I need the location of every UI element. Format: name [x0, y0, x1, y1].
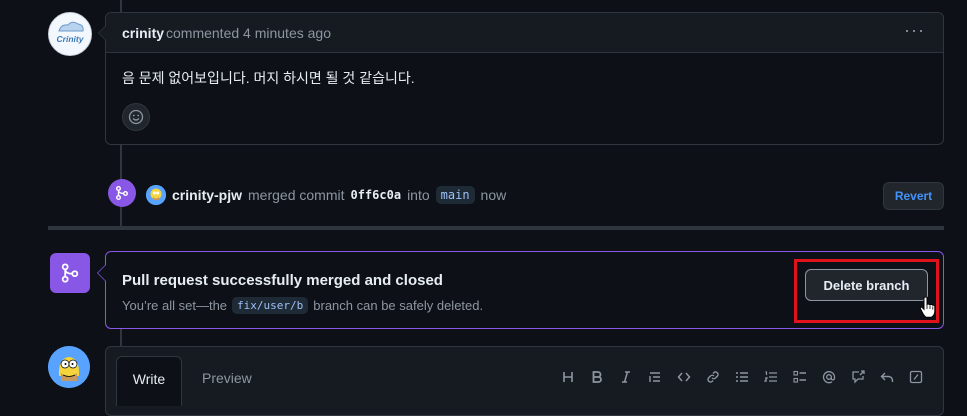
- homer-avatar-icon: [146, 185, 166, 205]
- comment-box: crinity commented 4 minutes ago ··· 음 문제…: [98, 12, 944, 145]
- crinity-logo-icon: Crinity: [57, 21, 85, 44]
- cross-reference-icon[interactable]: [848, 367, 868, 387]
- comment-header: crinity commented 4 minutes ago ···: [98, 13, 943, 53]
- merger-username[interactable]: crinity-pjw: [172, 187, 242, 203]
- merge-action-text: merged commit: [248, 187, 345, 203]
- comment-caret: [98, 25, 106, 41]
- timeline-line: [120, 328, 122, 348]
- git-merge-icon: [116, 186, 128, 200]
- git-merge-icon: [61, 263, 79, 283]
- revert-button[interactable]: Revert: [883, 182, 944, 210]
- kebab-menu-icon[interactable]: ···: [904, 20, 925, 41]
- merge-event: crinity-pjw merged commit 0ff6c0a into m…: [146, 185, 506, 205]
- comment-meta[interactable]: commented 4 minutes ago: [166, 25, 331, 41]
- smiley-icon: [128, 109, 144, 125]
- base-branch-label[interactable]: main: [435, 186, 475, 204]
- merge-desc-prefix: You’re all set—the: [122, 298, 228, 313]
- slash-commands-icon[interactable]: [906, 367, 926, 387]
- merge-time[interactable]: now: [481, 187, 507, 203]
- commenter-avatar[interactable]: Crinity: [48, 12, 92, 56]
- code-icon[interactable]: [674, 367, 694, 387]
- merge-status-description: You’re all set—the fix/user/b branch can…: [122, 297, 483, 314]
- bulleted-list-icon[interactable]: [732, 367, 752, 387]
- homer-avatar-icon: [48, 346, 90, 388]
- comment-body: 음 문제 없어보입니다. 머지 하시면 될 것 같습니다.: [122, 70, 415, 86]
- current-user-avatar[interactable]: [48, 346, 90, 388]
- merger-avatar[interactable]: [146, 185, 166, 205]
- svg-text:Crinity: Crinity: [57, 34, 85, 44]
- mention-icon[interactable]: [819, 367, 839, 387]
- heading-icon[interactable]: [558, 367, 578, 387]
- quote-icon[interactable]: [645, 367, 665, 387]
- markdown-toolbar: [558, 367, 926, 387]
- merge-event-badge: [108, 179, 136, 207]
- bold-icon[interactable]: [587, 367, 607, 387]
- task-list-icon[interactable]: [790, 367, 810, 387]
- link-icon[interactable]: [703, 367, 723, 387]
- merge-status-title: Pull request successfully merged and clo…: [122, 272, 443, 289]
- delete-branch-button[interactable]: Delete branch: [805, 269, 928, 301]
- head-branch-label[interactable]: fix/user/b: [232, 297, 309, 314]
- reply-icon[interactable]: [877, 367, 897, 387]
- into-text: into: [407, 187, 430, 203]
- merged-status-badge: [50, 253, 90, 293]
- timeline-divider: [48, 226, 944, 230]
- add-reaction-button[interactable]: [122, 103, 150, 131]
- italic-icon[interactable]: [616, 367, 636, 387]
- comment-author[interactable]: crinity: [122, 25, 164, 41]
- tab-write[interactable]: Write: [116, 356, 182, 406]
- hand-pointer-icon: [919, 296, 936, 321]
- commit-sha[interactable]: 0ff6c0a: [350, 188, 401, 202]
- tab-preview[interactable]: Preview: [202, 370, 252, 386]
- merge-box-caret: [97, 264, 106, 282]
- numbered-list-icon[interactable]: [761, 367, 781, 387]
- merge-desc-suffix: branch can be safely deleted.: [313, 298, 484, 313]
- comment-editor: Write Preview: [105, 346, 944, 416]
